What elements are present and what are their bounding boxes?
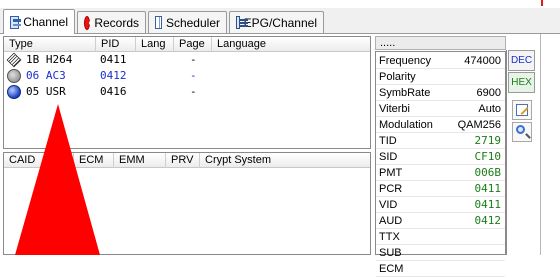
info-row-sid: SID CF10	[376, 149, 505, 165]
info-key: PMT	[379, 167, 403, 179]
tab-channel-label: Channel	[23, 15, 68, 29]
tab-epg-label: EPG/Channel	[243, 15, 317, 30]
col-prv[interactable]: PRV	[166, 153, 200, 168]
edit-button[interactable]	[512, 100, 532, 120]
stream-list-header: Type PID Lang Page Language	[4, 37, 370, 52]
info-row-frequency: Frequency 474000	[376, 53, 505, 69]
stream-pid: 0411	[100, 53, 127, 66]
audio-stream-icon	[7, 69, 21, 83]
col-ecm[interactable]: ECM	[74, 153, 114, 168]
info-value: 0411	[474, 182, 502, 195]
info-key: PCR	[379, 183, 403, 195]
stream-pid: 0412	[100, 69, 127, 82]
info-row-symbrate: SymbRate 6900	[376, 85, 505, 101]
record-icon	[84, 15, 94, 30]
info-value: 006B	[474, 166, 502, 179]
info-key: SID	[379, 151, 398, 163]
epg-icon	[236, 16, 247, 29]
tab-scheduler[interactable]: Scheduler	[148, 11, 227, 33]
ca-list[interactable]: CAID ECM EMM PRV Crypt System	[3, 152, 371, 255]
col-caid[interactable]: CAID	[4, 153, 74, 168]
info-row-tid: TID 2719	[376, 133, 505, 149]
info-value: 0411	[474, 198, 502, 211]
tab-channel[interactable]: Channel	[3, 9, 75, 34]
info-row-pcr: PCR 0411	[376, 181, 505, 197]
stream-pid: 0416	[100, 85, 127, 98]
col-lang[interactable]: Lang	[136, 37, 174, 52]
info-key: TID	[379, 135, 397, 147]
top-strip	[0, 0, 560, 8]
info-key: SymbRate	[379, 87, 431, 99]
divider	[506, 50, 507, 255]
col-page[interactable]: Page	[174, 37, 212, 52]
info-value: 6900	[476, 87, 501, 99]
stream-type: 05 USR	[26, 85, 66, 98]
stream-type: 1B H264	[26, 53, 73, 66]
user-stream-icon	[7, 85, 21, 99]
info-key: Modulation	[379, 119, 433, 131]
info-row-aud: AUD 0412	[376, 213, 505, 229]
info-row-ttx: TTX	[376, 229, 505, 245]
info-row-ecm: ECM	[376, 261, 505, 277]
info-key: Viterbi	[379, 103, 410, 115]
info-key: Polarity	[379, 71, 416, 83]
info-row-polarity: Polarity	[376, 69, 505, 85]
info-value: QAM256	[457, 119, 501, 131]
video-stream-icon	[6, 52, 22, 68]
edit-icon	[516, 104, 528, 116]
info-panel: Frequency 474000 Polarity SymbRate 6900 Viter…	[375, 51, 506, 277]
stream-row[interactable]: 1B H264 0411 -	[4, 52, 370, 68]
stream-page: -	[190, 69, 197, 82]
col-crypt-system[interactable]: Crypt System	[200, 153, 370, 168]
col-language[interactable]: Language	[212, 37, 370, 52]
channel-icon	[10, 15, 22, 29]
dec-button[interactable]: DEC	[508, 50, 535, 71]
tab-records[interactable]: Records	[77, 11, 146, 33]
info-value: 474000	[464, 55, 501, 67]
info-value: CF10	[474, 150, 502, 163]
col-emm[interactable]: EMM	[114, 153, 166, 168]
stream-row[interactable]: 05 USR 0416 -	[4, 84, 370, 100]
col-type[interactable]: Type	[4, 37, 96, 52]
info-value: Auto	[478, 103, 501, 115]
info-row-pmt: PMT 006B	[376, 165, 505, 181]
info-key: SUB	[379, 247, 402, 259]
stream-page: -	[190, 53, 197, 66]
hex-button[interactable]: HEX	[508, 72, 535, 93]
info-row-vid: VID 0411	[376, 197, 505, 213]
stream-page: -	[190, 85, 197, 98]
info-value: 2719	[474, 134, 502, 147]
info-value: 0412	[474, 214, 502, 227]
divider	[540, 34, 541, 255]
stream-list[interactable]: Type PID Lang Page Language 1B H264 0411…	[3, 36, 371, 149]
stream-type: 06 AC3	[26, 69, 66, 82]
info-key: AUD	[379, 215, 403, 227]
stream-row[interactable]: 06 AC3 0412 -	[4, 68, 370, 84]
info-key: Frequency	[379, 55, 431, 67]
tab-scheduler-label: Scheduler	[165, 15, 220, 30]
info-key: ECM	[379, 263, 404, 275]
ca-list-header: CAID ECM EMM PRV Crypt System	[4, 153, 370, 168]
search-button[interactable]	[512, 122, 532, 142]
edge-marker	[541, 0, 543, 6]
info-row-modulation: Modulation QAM256	[376, 117, 505, 133]
tab-epg-channel[interactable]: EPG/Channel	[229, 11, 324, 33]
info-header: .....	[375, 36, 506, 50]
info-key: TTX	[379, 231, 400, 243]
scheduler-icon	[155, 16, 162, 29]
tab-bar: Channel Records Scheduler EPG/Channel	[0, 8, 560, 34]
tab-records-label: Records	[94, 15, 139, 30]
info-row-sub: SUB	[376, 245, 505, 261]
col-pid[interactable]: PID	[96, 37, 136, 52]
info-row-viterbi: Viterbi Auto	[376, 101, 505, 117]
search-icon	[516, 125, 525, 134]
info-key: VID	[379, 199, 398, 211]
